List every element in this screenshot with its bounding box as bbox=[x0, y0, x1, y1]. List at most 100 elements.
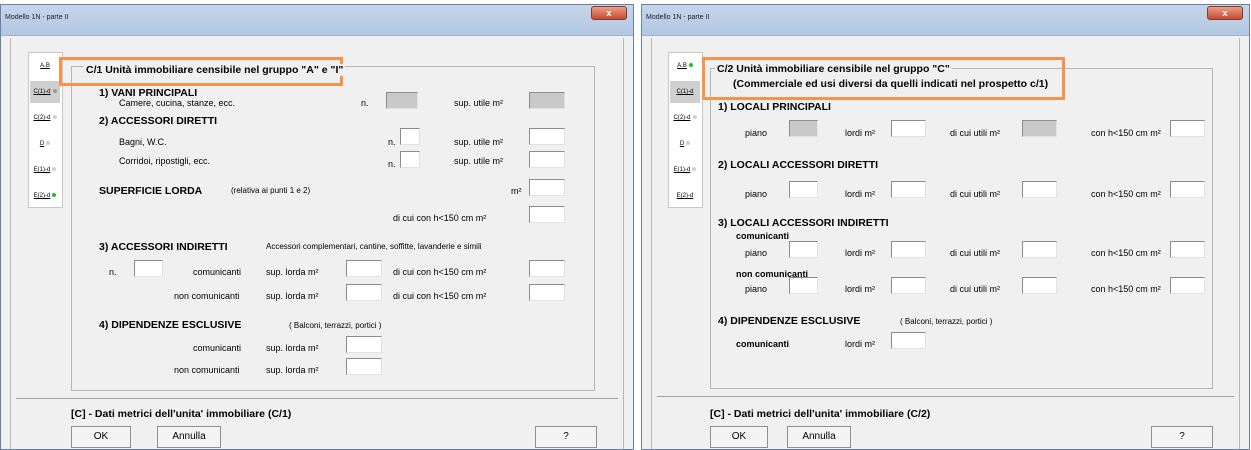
dipendenze-com-input[interactable] bbox=[346, 336, 382, 353]
close-button[interactable]: x bbox=[1207, 6, 1243, 20]
help-button[interactable]: ? bbox=[1151, 426, 1213, 448]
indiretti-noncom-h150-input[interactable] bbox=[529, 284, 565, 301]
label-utili: di cui utili m² bbox=[950, 189, 1001, 199]
tab-ab[interactable]: A.B bbox=[30, 55, 60, 77]
footer-title: [C] - Dati metrici dell'unita' immobilia… bbox=[71, 408, 292, 420]
lp-h150-input[interactable] bbox=[1170, 120, 1205, 137]
li-com-lordi-input[interactable] bbox=[891, 241, 926, 258]
dip-com-lordi-input[interactable] bbox=[891, 332, 926, 349]
li-com-piano-input[interactable] bbox=[789, 241, 818, 258]
cancel-button[interactable]: Annulla bbox=[787, 426, 851, 448]
status-dot-icon bbox=[52, 115, 57, 120]
label-n: n. bbox=[388, 159, 396, 169]
label-sup-lorda: sup. lorda m² bbox=[266, 267, 319, 277]
label-corridoi: Corridoi, ripostigli, ecc. bbox=[119, 156, 211, 166]
label-lordi: lordi m² bbox=[845, 248, 876, 258]
lp-utili-input[interactable] bbox=[1022, 120, 1057, 137]
li-noncom-utili-input[interactable] bbox=[1022, 277, 1057, 294]
help-button[interactable]: ? bbox=[535, 426, 597, 448]
tab-c2[interactable]: C(2)-d bbox=[30, 107, 60, 129]
bagni-sup-input[interactable] bbox=[529, 128, 565, 145]
li-noncom-lordi-input[interactable] bbox=[891, 277, 926, 294]
title-bar: Modello 1N - parte II x bbox=[1, 5, 633, 36]
section-dipendenze: 4) DIPENDENZE ESCLUSIVE bbox=[718, 315, 861, 327]
section-locali-diretti: 2) LOCALI ACCESSORI DIRETTI bbox=[718, 159, 879, 171]
label-lordi: lordi m² bbox=[845, 128, 876, 138]
label-lordi: lordi m² bbox=[845, 284, 876, 294]
label-bagni: Bagni, W.C. bbox=[119, 137, 167, 147]
dialog-body: A.B C(1)-d C(2)-d D E(1)-d E(2)-d C/1 Un… bbox=[10, 38, 624, 449]
tab-e1[interactable]: E(1)-d bbox=[670, 159, 700, 181]
tab-d[interactable]: D bbox=[670, 133, 700, 155]
ld-lordi-input[interactable] bbox=[891, 181, 926, 198]
section-accessori-indiretti: 3) ACCESSORI INDIRETTI bbox=[99, 241, 228, 253]
label-comunicanti: comunicanti bbox=[193, 267, 242, 277]
ld-h150-input[interactable] bbox=[1170, 181, 1205, 198]
vani-n-input[interactable] bbox=[386, 92, 418, 109]
label-non-comunicanti: non comunicanti bbox=[174, 365, 240, 375]
tab-e2[interactable]: E(2)-d bbox=[670, 185, 700, 207]
tab-ab[interactable]: A.B bbox=[670, 55, 700, 77]
status-dot-icon bbox=[688, 63, 693, 68]
tab-c1[interactable]: C(1)-d bbox=[670, 81, 700, 103]
tab-e2[interactable]: E(2)-d bbox=[30, 185, 60, 207]
status-dot-icon bbox=[686, 141, 691, 146]
label-lordi: lordi m² bbox=[845, 189, 876, 199]
cancel-button[interactable]: Annulla bbox=[157, 426, 221, 448]
label-n: n. bbox=[109, 267, 117, 277]
ld-piano-input[interactable] bbox=[789, 181, 818, 198]
label-h150: con h<150 cm m² bbox=[1091, 128, 1161, 138]
ok-button[interactable]: OK bbox=[710, 426, 768, 448]
close-button[interactable]: x bbox=[591, 6, 627, 20]
li-com-utili-input[interactable] bbox=[1022, 241, 1057, 258]
window-c1: Modello 1N - parte II x A.B C(1)-d C(2)-… bbox=[0, 4, 634, 450]
dialog-body: A.B C(1)-d C(2)-d D E(1)-d E(2)-d C/2 Un… bbox=[651, 38, 1240, 449]
dipendenze-noncom-input[interactable] bbox=[346, 358, 382, 375]
vani-sup-input[interactable] bbox=[529, 92, 565, 109]
superficie-lorda-input[interactable] bbox=[529, 179, 565, 196]
label-di-cui-h: di cui con h<150 cm m² bbox=[393, 267, 487, 277]
bagni-n-input[interactable] bbox=[400, 128, 420, 145]
label-lordi: lordi m² bbox=[845, 339, 876, 349]
label-di-cui-h: di cui con h<150 cm m² bbox=[393, 291, 487, 301]
tab-d[interactable]: D bbox=[30, 133, 60, 155]
ld-utili-input[interactable] bbox=[1022, 181, 1057, 198]
status-dot-icon bbox=[692, 167, 697, 172]
tab-strip: A.B C(1)-d C(2)-d D E(1)-d E(2)-d bbox=[668, 52, 703, 208]
tab-c1[interactable]: C(1)-d bbox=[30, 81, 60, 103]
indiretti-com-sup-input[interactable] bbox=[346, 260, 382, 277]
li-noncom-piano-input[interactable] bbox=[789, 277, 818, 294]
section-locali-indiretti: 3) LOCALI ACCESSORI INDIRETTI bbox=[718, 217, 889, 229]
label-relativa: (relativa ai punti 1 e 2) bbox=[231, 186, 311, 195]
label-sup-utile: sup. utile m² bbox=[454, 156, 504, 166]
li-com-h150-input[interactable] bbox=[1170, 241, 1205, 258]
label-sup-lorda: sup. lorda m² bbox=[266, 291, 319, 301]
superficie-h150-input[interactable] bbox=[529, 206, 565, 223]
label-comunicanti: comunicanti bbox=[736, 231, 790, 241]
indiretti-noncom-sup-input[interactable] bbox=[346, 284, 382, 301]
tab-c2[interactable]: C(2)-d bbox=[670, 107, 700, 129]
status-dot-icon bbox=[46, 141, 51, 146]
window-title: Modello 1N - parte II bbox=[646, 14, 710, 21]
label-sup-utile: sup. utile m² bbox=[454, 98, 504, 108]
li-noncom-h150-input[interactable] bbox=[1170, 277, 1205, 294]
label-sup-lorda: sup. lorda m² bbox=[266, 365, 319, 375]
label-h150: con h<150 cm m² bbox=[1091, 189, 1161, 199]
label-m2: m² bbox=[511, 186, 522, 196]
corridoi-n-input[interactable] bbox=[400, 151, 420, 168]
divider bbox=[657, 396, 1234, 397]
label-dipendenze-note: ( Balconi, terrazzi, portici ) bbox=[289, 321, 382, 330]
divider bbox=[16, 398, 618, 399]
corridoi-sup-input[interactable] bbox=[529, 151, 565, 168]
group-title: C/1 Unità immobiliare censibile nel grup… bbox=[84, 64, 346, 76]
label-sup-lorda: sup. lorda m² bbox=[266, 343, 319, 353]
indiretti-com-h150-input[interactable] bbox=[529, 260, 565, 277]
label-camere: Camere, cucina, stanze, ecc. bbox=[119, 98, 236, 108]
tab-strip: A.B C(1)-d C(2)-d D E(1)-d E(2)-d bbox=[28, 52, 63, 208]
tab-e1[interactable]: E(1)-d bbox=[30, 159, 60, 181]
indiretti-n-input[interactable] bbox=[134, 260, 163, 277]
lp-lordi-input[interactable] bbox=[891, 120, 926, 137]
label-h150: con h<150 cm m² bbox=[1091, 284, 1161, 294]
lp-piano-input[interactable] bbox=[789, 120, 818, 137]
ok-button[interactable]: OK bbox=[71, 426, 131, 448]
